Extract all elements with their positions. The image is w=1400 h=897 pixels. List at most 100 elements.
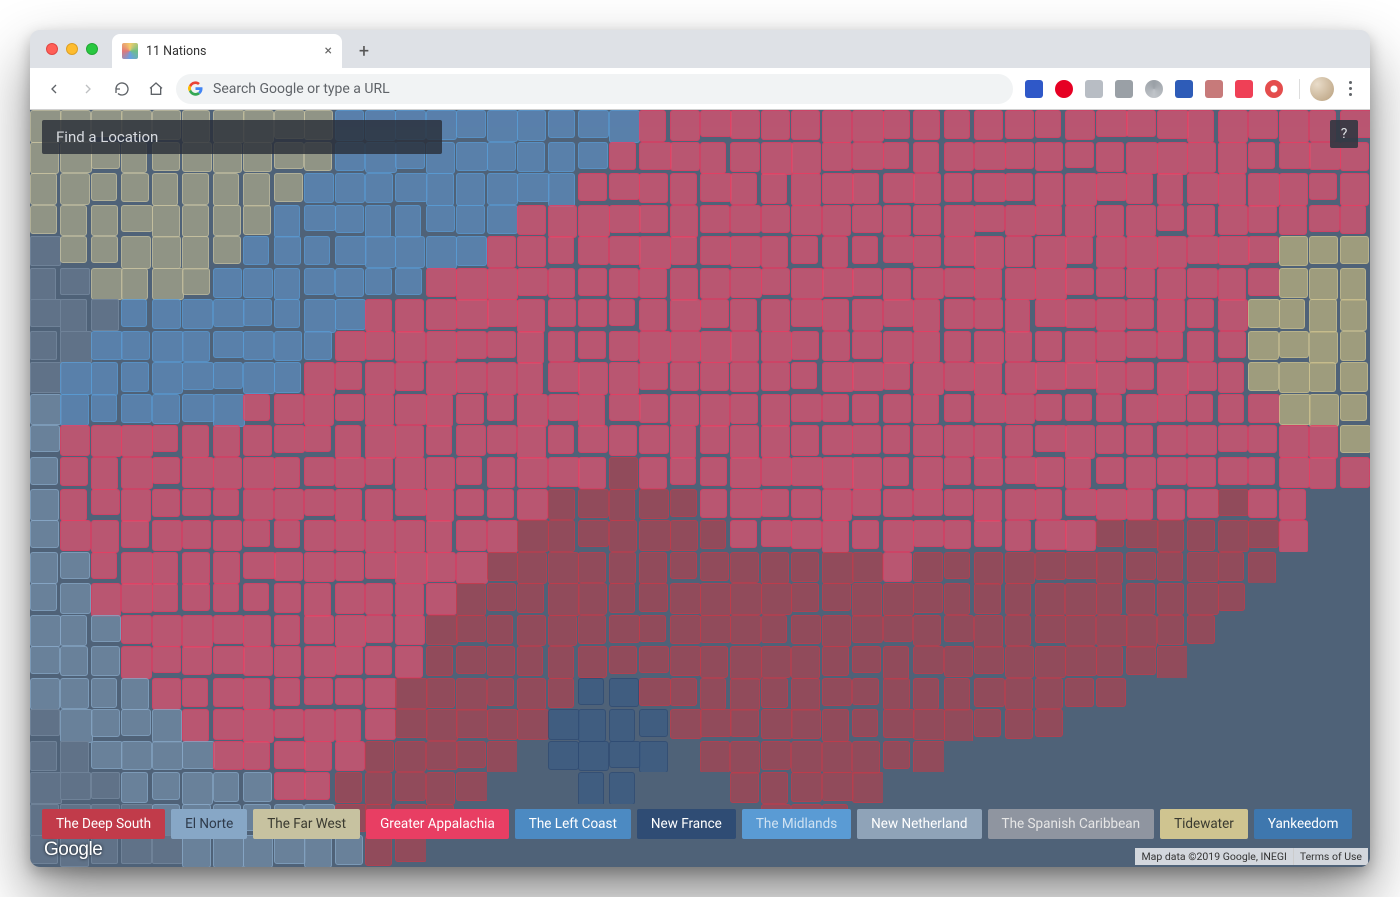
location-search-input[interactable]: Find a Location [42,120,442,154]
county-cell [1157,331,1183,360]
county-cell [121,299,147,326]
county-cell [456,709,488,738]
legend-chip-the-spanish-caribbean[interactable]: The Spanish Caribbean [988,809,1155,839]
block-icon[interactable] [1115,80,1133,98]
county-cell [395,772,426,801]
county-cell [1218,142,1247,174]
bookmark-icon[interactable] [1175,80,1193,98]
circle-icon[interactable] [1145,80,1163,98]
map-surface[interactable] [30,110,1370,867]
home-button[interactable] [142,75,170,103]
legend-chip-the-deep-south[interactable]: The Deep South [42,809,165,839]
county-cell [639,299,667,331]
county-cell [883,709,915,737]
location-search-placeholder: Find a Location [56,128,158,146]
county-cell [1157,362,1189,395]
county-cell [609,457,639,490]
county-cell [30,236,61,265]
new-tab-button[interactable]: + [350,37,378,65]
county-cell [456,142,488,171]
county-cell [30,772,62,803]
pinterest-icon[interactable] [1055,80,1073,98]
county-cell [60,362,91,394]
county-cell [213,489,239,517]
map-viewport[interactable]: Find a Location ? The Deep SouthEl Norte… [30,110,1370,867]
county-cell [944,173,972,202]
back-button[interactable] [40,75,68,103]
forward-button[interactable] [74,75,102,103]
legend-chip-the-left-coast[interactable]: The Left Coast [515,809,631,839]
county-cell [304,299,336,333]
address-bar[interactable]: Search Google or type a URL [176,74,1013,104]
county-cell [1126,142,1157,175]
county-cell [121,615,152,644]
county-cell [1309,678,1340,711]
legend-chip-yankeedom[interactable]: Yankeedom [1254,809,1353,839]
maximize-window-button[interactable] [86,43,98,55]
county-cell [60,709,92,743]
county-cell [761,142,793,175]
county-cell [1340,362,1368,391]
county-cell [761,615,787,643]
county-cell [761,268,790,295]
browser-tab[interactable]: 11 Nations × [112,34,342,68]
county-cell [60,299,86,332]
county-cell [913,110,939,140]
legend-chip-tidewater[interactable]: Tidewater [1160,809,1248,839]
county-cell [822,110,852,143]
legend-chip-greater-appalachia[interactable]: Greater Appalachia [366,809,509,839]
county-cell [517,110,546,141]
opera-icon[interactable] [1265,80,1283,98]
county-cell [1065,425,1094,459]
county-cell [243,299,272,326]
county-cell [243,646,273,675]
county-cell [974,583,1001,614]
county-cell [121,520,149,548]
attribution-terms[interactable]: Terms of Use [1293,848,1368,865]
county-cell [1218,173,1246,206]
county-cell [852,205,882,234]
county-cell [548,835,579,867]
legend-chip-el-norte[interactable]: El Norte [171,809,247,839]
legend-chip-new-france[interactable]: New France [637,809,736,839]
help-button[interactable]: ? [1330,120,1358,148]
county-cell [456,362,486,393]
county-cell [1005,142,1034,169]
drive-icon[interactable] [1085,80,1103,98]
county-cell [1248,394,1280,423]
county-cell [91,268,123,300]
county-cell [1035,110,1061,138]
bars-icon[interactable] [1025,80,1043,98]
county-cell [791,646,820,679]
county-cell [1187,709,1218,742]
county-cell [91,331,123,360]
county-cell [883,678,910,710]
pocket-icon[interactable] [1235,80,1253,98]
printer-icon[interactable] [1205,80,1223,98]
county-cell [944,362,975,391]
tab-close-icon[interactable]: × [325,43,332,59]
county-cell [1035,583,1065,615]
county-cell [243,173,270,207]
county-cell [1279,268,1309,299]
profile-avatar[interactable] [1310,77,1334,101]
county-cell [1248,772,1279,805]
county-cell [487,678,514,706]
county-cell [395,552,427,585]
county-cell [60,425,90,456]
county-cell [944,709,974,743]
county-cell [274,394,305,424]
legend-chip-the-far-west[interactable]: The Far West [253,809,360,839]
county-cell [639,425,669,454]
county-cell [182,646,212,675]
legend-chip-the-midlands[interactable]: The Midlands [742,809,851,839]
close-window-button[interactable] [46,43,58,55]
county-cell [365,615,393,643]
minimize-window-button[interactable] [66,43,78,55]
legend-chip-new-netherland[interactable]: New Netherland [857,809,981,839]
browser-menu-button[interactable] [1340,81,1360,96]
county-cell [639,110,665,142]
county-cell [761,205,790,233]
reload-button[interactable] [108,75,136,103]
county-cell [213,236,241,264]
